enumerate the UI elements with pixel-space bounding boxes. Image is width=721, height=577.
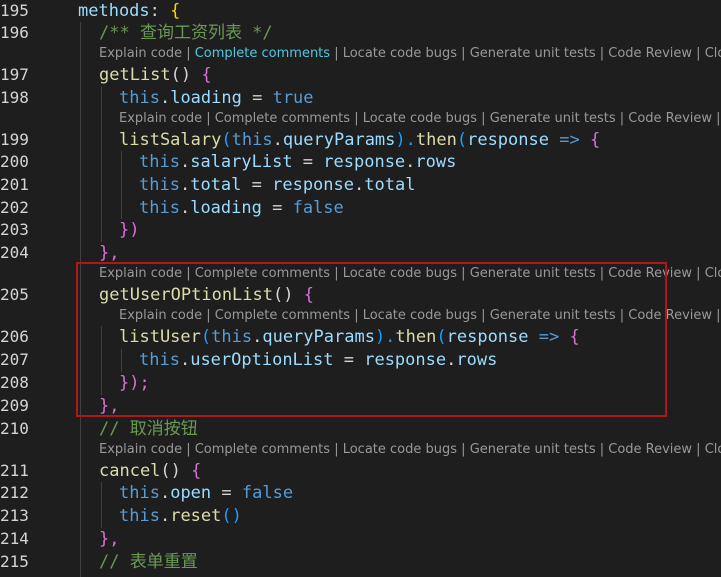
close-link[interactable]: Close (705, 442, 721, 457)
generate-tests-link[interactable]: Generate unit tests (490, 111, 616, 126)
line-number: 208 (0, 373, 29, 392)
generate-tests-link[interactable]: Generate unit tests (470, 46, 596, 61)
code-line-213[interactable]: this.reset() (119, 505, 242, 527)
code-line-214[interactable]: }, (99, 528, 119, 550)
code-line-211[interactable]: cancel() { (99, 460, 201, 482)
code-line-210[interactable]: // 取消按钮 (99, 418, 198, 440)
code-line-199[interactable]: listSalary(this.queryParams).then(respon… (119, 129, 600, 151)
indent-guide (101, 482, 102, 528)
line-number: 199 (0, 130, 29, 149)
complete-comments-link[interactable]: Complete comments (195, 442, 330, 457)
explain-code-link[interactable]: Explain code (119, 111, 202, 126)
code-line-204[interactable]: }, (99, 242, 119, 264)
indent-guide (101, 87, 102, 242)
line-comment: // 表单重置 (99, 552, 198, 572)
line-number: 196 (0, 23, 29, 42)
line-number: 195 (0, 1, 29, 20)
close-link[interactable]: Close (705, 46, 721, 61)
line-number: 201 (0, 175, 29, 194)
code-editor[interactable]: 195 196 197 198 199 200 201 202 203 204 … (0, 0, 721, 577)
highlight-annotation-box (76, 262, 667, 417)
line-number: 205 (0, 285, 29, 304)
line-number: 197 (0, 65, 29, 84)
code-line-203[interactable]: }) (119, 219, 139, 241)
locate-bugs-link[interactable]: Locate code bugs (343, 46, 457, 61)
code-lens-cancel: Explain code | Complete comments | Locat… (99, 442, 721, 458)
line-number: 207 (0, 350, 29, 369)
line-number: 198 (0, 88, 29, 107)
locate-bugs-link[interactable]: Locate code bugs (343, 442, 457, 457)
close-link[interactable]: Close (705, 266, 721, 281)
line-number: 214 (0, 529, 29, 548)
code-lens-getlist: Explain code | Complete comments | Locat… (99, 46, 721, 62)
line-comment: // 取消按钮 (99, 419, 198, 439)
methods-key: methods (78, 1, 150, 21)
code-line-202[interactable]: this.loading = false (139, 197, 344, 219)
indent-guide (121, 151, 122, 219)
explain-code-link[interactable]: Explain code (99, 46, 182, 61)
code-lens-listsalary: Explain code | Complete comments | Locat… (119, 111, 721, 126)
explain-code-link[interactable]: Explain code (99, 442, 182, 457)
code-line-215[interactable]: // 表单重置 (99, 551, 198, 573)
line-number: 203 (0, 220, 29, 239)
code-review-link[interactable]: Code Review (608, 442, 692, 457)
code-review-link[interactable]: Code Review (628, 111, 712, 126)
code-line-197[interactable]: getList() { (99, 64, 212, 86)
line-number: 215 (0, 552, 29, 571)
line-number: 211 (0, 461, 29, 480)
code-line-196[interactable]: /** 查询工资列表 */ (99, 22, 273, 44)
code-line-195[interactable]: methods: { (78, 0, 180, 22)
line-number: 202 (0, 198, 29, 217)
line-number: 210 (0, 419, 29, 438)
generate-tests-link[interactable]: Generate unit tests (470, 442, 596, 457)
complete-comments-link[interactable]: Complete comments (195, 46, 330, 61)
code-line-212[interactable]: this.open = false (119, 482, 293, 504)
line-number: 213 (0, 506, 29, 525)
line-number: 212 (0, 483, 29, 502)
complete-comments-link[interactable]: Complete comments (215, 111, 350, 126)
line-number: 204 (0, 243, 29, 262)
code-line-198[interactable]: this.loading = true (119, 87, 314, 109)
locate-bugs-link[interactable]: Locate code bugs (363, 111, 477, 126)
code-line-201[interactable]: this.total = response.total (139, 174, 415, 196)
line-number: 206 (0, 327, 29, 346)
line-number-gutter: 195 196 197 198 199 200 201 202 203 204 … (0, 0, 60, 577)
line-number: 200 (0, 152, 29, 171)
code-review-link[interactable]: Code Review (608, 46, 692, 61)
doc-comment: /** 查询工资列表 */ (99, 23, 273, 43)
line-number: 209 (0, 396, 29, 415)
code-line-200[interactable]: this.salaryList = response.rows (139, 151, 456, 173)
